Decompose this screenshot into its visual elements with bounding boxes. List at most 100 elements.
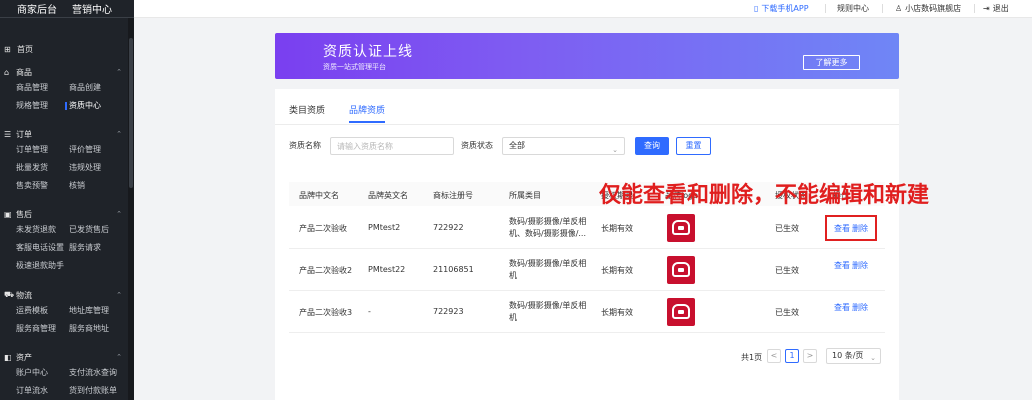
top-header: ▯ 下载手机APP 规则中心 ♙ 小店数码旗舰店 ⇥ 退出	[134, 0, 1032, 18]
brand-logo-image	[667, 214, 695, 242]
reset-button[interactable]: 重置	[676, 137, 711, 155]
sidebar-item-payment-flow[interactable]: 支付流水查询	[69, 367, 129, 379]
cell-auth-term: 长期有效	[601, 224, 633, 233]
sidebar-group-header[interactable]: ▣ 售后 ⌃	[0, 207, 128, 221]
sidebar-group-assets: ◧ 资产 ⌃ 账户中心 支付流水查询 订单流水 货到付款账单	[0, 350, 128, 397]
view-button[interactable]: 查看	[834, 302, 850, 313]
rules-center-link[interactable]: 规则中心	[837, 3, 869, 14]
promo-banner: 资质认证上线 资质一站式管理平台 了解更多	[275, 33, 899, 79]
brand-logo-image	[667, 298, 695, 326]
cell-trademark-no: 722923	[433, 307, 464, 316]
sidebar-top-tabs: 商家后台 营销中心	[0, 0, 134, 18]
page-size-select[interactable]: 10 条/页 ⌄	[826, 348, 881, 364]
sidebar-item-provider-manage[interactable]: 服务商管理	[16, 323, 69, 335]
sidebar-item-service-phone[interactable]: 客服电话设置	[16, 242, 69, 254]
scrollbar-thumb[interactable]	[129, 38, 133, 188]
sidebar-item-address-library[interactable]: 地址库管理	[69, 305, 129, 317]
sidebar-group-header[interactable]: ⛟ 物流 ⌃	[0, 288, 128, 302]
chevron-up-icon: ⌃	[116, 130, 122, 138]
wallet-icon: ◧	[4, 352, 12, 362]
sidebar-item-aftersale-shipped[interactable]: 已发货售后	[69, 224, 129, 236]
delete-button[interactable]: 删除	[852, 260, 868, 271]
table-row: 产品二次验收3 - 722923 数码/摄影摄像/单反相机 长期有效 已生效 查…	[289, 291, 885, 333]
grid-icon: ⊞	[4, 45, 11, 54]
bag-icon: ⌂	[4, 67, 10, 77]
cell-brand-cn: 产品二次验收3	[299, 308, 353, 317]
logout-icon: ⇥	[983, 4, 990, 13]
learn-more-button[interactable]: 了解更多	[803, 55, 860, 70]
sidebar-item-goods-manage[interactable]: 商品管理	[16, 82, 69, 94]
sidebar-item-order-flow[interactable]: 订单流水	[16, 385, 69, 397]
status-select[interactable]: 全部 ⌄	[502, 137, 625, 155]
annotation-text: 仅能查看和删除，不能编辑和新建	[599, 183, 930, 208]
sidebar-item-refund-unshipped[interactable]: 未发货退款	[16, 224, 69, 236]
qualification-name-input[interactable]	[330, 137, 454, 155]
sidebar-item-batch-ship[interactable]: 批量发货	[16, 162, 69, 174]
sidebar-group-header[interactable]: ◧ 资产 ⌃	[0, 350, 128, 364]
sidebar-item-goods-create[interactable]: 商品创建	[69, 82, 129, 94]
sidebar-group-logistics: ⛟ 物流 ⌃ 运费模板 地址库管理 服务商管理 服务商地址	[0, 288, 128, 335]
table-row: 产品二次验收2 PMtest22 21106851 数码/摄影摄像/单反相机 长…	[289, 249, 885, 291]
page-size-value: 10 条/页	[832, 351, 864, 360]
sidebar-item-spec-manage[interactable]: 规格管理	[16, 100, 69, 112]
store-account-link[interactable]: ♙ 小店数码旗舰店	[895, 3, 961, 14]
chevron-down-icon: ⌄	[612, 146, 618, 154]
col-trademark-no: 商标注册号	[433, 191, 473, 200]
name-filter-label: 资质名称	[289, 141, 321, 150]
sidebar-group-header[interactable]: ☰ 订单 ⌃	[0, 127, 128, 141]
sidebar-item-qualification-center[interactable]: 资质中心	[65, 100, 129, 112]
cell-brand-en: -	[368, 307, 371, 316]
highlight-box	[825, 215, 877, 241]
tab-merchant-backend[interactable]: 商家后台	[17, 1, 57, 16]
download-app-link[interactable]: ▯ 下载手机APP	[754, 3, 809, 14]
sidebar-item-violation[interactable]: 违规处理	[69, 162, 129, 174]
sidebar-item-order-manage[interactable]: 订单管理	[16, 144, 69, 156]
sidebar-item-fast-refund[interactable]: 极速退款助手	[16, 260, 69, 272]
header-divider	[974, 4, 975, 13]
sidebar-group-title: 售后	[16, 209, 32, 219]
sidebar-item-writeoff[interactable]: 核销	[69, 180, 129, 192]
col-category: 所属类目	[509, 191, 541, 200]
cell-brand-cn: 产品二次验收	[299, 224, 347, 233]
page-1-button[interactable]: 1	[785, 349, 799, 363]
phone-icon: ▯	[754, 4, 759, 13]
sidebar-group-header[interactable]: ⌂ 商品 ⌃	[0, 65, 128, 79]
header-divider	[825, 4, 826, 13]
sidebar-item-home[interactable]: ⊞ 首页	[4, 44, 33, 55]
rules-center-label: 规则中心	[837, 4, 869, 13]
truck-icon: ⛟	[4, 290, 15, 299]
sidebar-item-sale-alert[interactable]: 售卖预警	[16, 180, 69, 192]
sidebar-group-title: 订单	[16, 129, 32, 139]
qualification-tabs: 类目资质 品牌资质	[289, 103, 409, 123]
tab-marketing-center[interactable]: 营销中心	[72, 1, 112, 16]
sidebar-item-service-request[interactable]: 服务请求	[69, 242, 129, 254]
logout-label: 退出	[992, 4, 1009, 13]
next-page-button[interactable]: >	[803, 349, 817, 363]
cell-auth-status: 已生效	[775, 308, 799, 317]
query-button[interactable]: 查询	[635, 137, 669, 155]
chevron-up-icon: ⌃	[116, 68, 122, 76]
brand-logo-image	[667, 256, 695, 284]
tab-category-qualification[interactable]: 类目资质	[289, 103, 325, 123]
list-icon: ☰	[4, 129, 12, 139]
sidebar-group-aftersale: ▣ 售后 ⌃ 未发货退款 已发货售后 客服电话设置 服务请求 极速退款助手	[0, 207, 128, 272]
sidebar-item-provider-address[interactable]: 服务商地址	[69, 323, 129, 335]
sidebar-group-title: 商品	[16, 67, 32, 77]
pagination-total: 共1页	[741, 353, 763, 362]
status-filter-label: 资质状态	[461, 141, 493, 150]
banner-subtitle: 资质一站式管理平台	[323, 63, 386, 71]
sidebar-item-account-center[interactable]: 账户中心	[16, 367, 69, 379]
header-divider	[882, 4, 883, 13]
prev-page-button[interactable]: <	[767, 349, 781, 363]
sidebar-item-cod-bill[interactable]: 货到付款账单	[69, 385, 129, 397]
sidebar-scrollbar[interactable]	[128, 18, 134, 400]
qualification-card: 类目资质 品牌资质 资质名称 资质状态 全部 ⌄ 查询 重置 品牌中文名 品牌英…	[275, 89, 899, 400]
col-brand-en: 品牌英文名	[368, 191, 408, 200]
tab-brand-qualification[interactable]: 品牌资质	[349, 103, 386, 123]
delete-button[interactable]: 删除	[852, 302, 868, 313]
logout-link[interactable]: ⇥ 退出	[983, 3, 1009, 14]
sidebar-item-review-manage[interactable]: 评价管理	[69, 144, 129, 156]
view-button[interactable]: 查看	[834, 260, 850, 271]
sidebar-group-title: 资产	[16, 352, 32, 362]
sidebar-item-freight-template[interactable]: 运费模板	[16, 305, 69, 317]
